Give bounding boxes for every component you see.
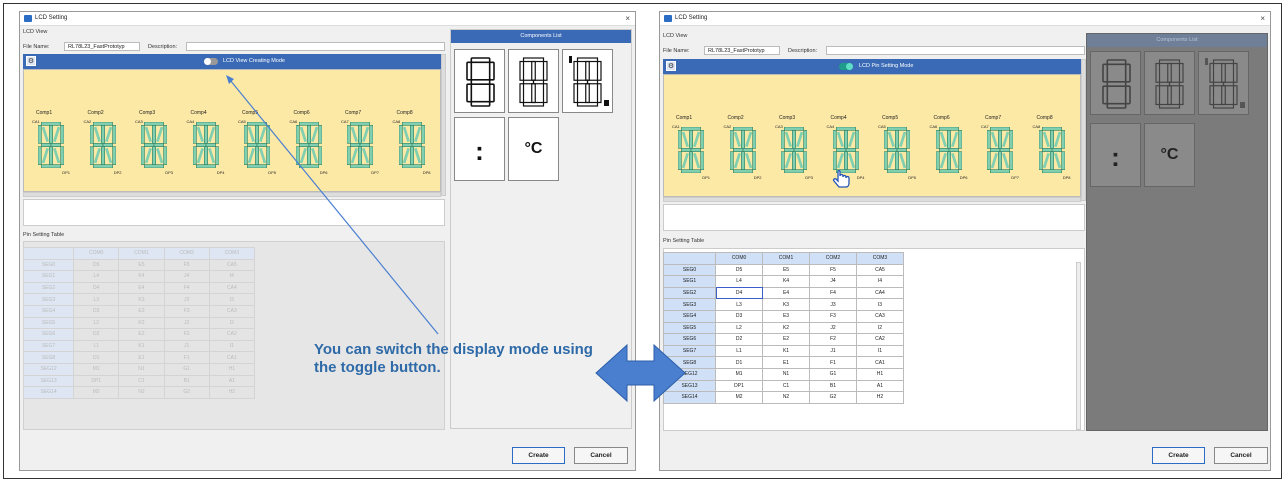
callout-text: You can switch the display mode using th… [314,341,593,376]
callout-pointer-line [229,79,439,335]
annotation-layer [226,75,686,403]
